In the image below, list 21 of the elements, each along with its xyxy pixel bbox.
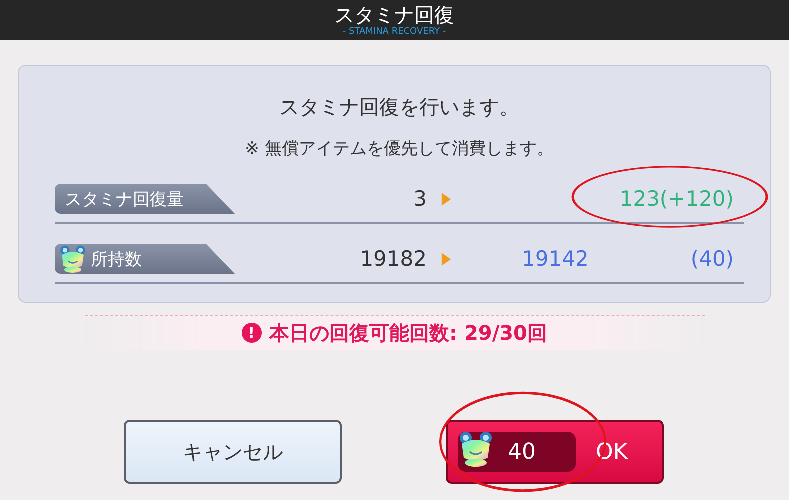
cancel-button[interactable]: キャンセル <box>124 420 342 484</box>
frog-icon <box>59 244 87 274</box>
label-text: 所持数 <box>90 248 142 270</box>
message-text: スタミナ回復を行います。 <box>278 94 520 121</box>
after-value: 19142 <box>522 247 589 271</box>
ok-button[interactable]: 40 OK <box>446 420 664 484</box>
cost-value: 40 <box>508 440 536 464</box>
dialog-title: スタミナ回復 <box>334 2 454 26</box>
note-text: ※ 無償アイテムを優先して消費します。 <box>244 138 555 161</box>
arrow-icon <box>441 192 452 206</box>
warning-icon: ! <box>242 323 262 343</box>
before-value: 19182 <box>359 247 427 271</box>
arrow-icon <box>441 252 452 266</box>
before-value: 3 <box>412 187 427 211</box>
label-text: スタミナ回復量 <box>64 188 184 210</box>
ok-label: OK <box>596 440 628 464</box>
dialog-subtitle: - STAMINA RECOVERY - <box>342 26 446 38</box>
notice-text: 本日の回復可能回数: 29/30回 <box>270 320 548 346</box>
after-value: 123(+120) <box>620 187 734 211</box>
change-value: (40) <box>690 247 734 271</box>
frog-icon <box>458 429 494 469</box>
